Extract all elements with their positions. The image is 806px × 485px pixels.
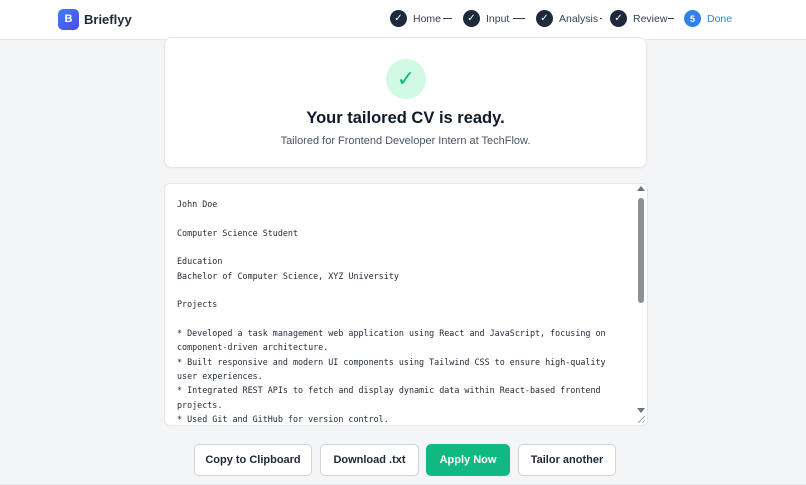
success-subtitle: Tailored for Frontend Developer Intern a… [280, 135, 531, 147]
success-card: ✓ Your tailored CV is ready. Tailored fo… [164, 37, 647, 168]
step-label: Review [633, 12, 668, 25]
step-review[interactable]: ✓ Review [610, 9, 667, 28]
step-label: Done [707, 12, 733, 25]
brand-logo: B [58, 8, 79, 30]
download-txt-button[interactable]: Download .txt [320, 444, 419, 476]
step-label: Analysis [559, 12, 599, 25]
step-connector [668, 18, 674, 19]
step-label: Input [486, 12, 510, 25]
apply-now-button[interactable]: Apply Now [426, 444, 510, 476]
step-complete-check-icon: ✓ [390, 10, 407, 27]
page-title: Your tailored CV is ready. [306, 109, 505, 127]
step-connector [600, 18, 602, 19]
step-current-number: 5 [684, 10, 701, 27]
tailor-another-button[interactable]: Tailor another [518, 444, 616, 476]
scroll-up-arrow-icon[interactable] [637, 186, 645, 191]
step-analysis[interactable]: ✓ Analysis [536, 9, 598, 28]
step-connector [443, 18, 452, 19]
scrollbar[interactable] [637, 186, 645, 423]
step-input[interactable]: ✓ Input [463, 9, 509, 28]
step-complete-check-icon: ✓ [610, 10, 627, 27]
scrollbar-thumb[interactable] [638, 198, 644, 303]
step-complete-check-icon: ✓ [463, 10, 480, 27]
step-home[interactable]: ✓ Home [390, 9, 441, 28]
step-connector [513, 18, 525, 19]
cv-content[interactable]: John Doe Computer Science Student Educat… [177, 197, 629, 425]
step-complete-check-icon: ✓ [536, 10, 553, 27]
brand[interactable]: B Brieflyy [58, 8, 132, 30]
step-label: Home [413, 12, 442, 25]
check-icon: ✓ [386, 59, 426, 99]
step-done[interactable]: 5 Done [684, 9, 732, 28]
scroll-down-arrow-icon[interactable] [637, 408, 645, 413]
brand-name: Brieflyy [84, 11, 132, 27]
resize-handle-icon[interactable] [638, 416, 645, 423]
copy-to-clipboard-button[interactable]: Copy to Clipboard [194, 444, 312, 476]
cv-text-area[interactable]: John Doe Computer Science Student Educat… [164, 183, 648, 426]
top-nav-bar: B Brieflyy ✓ Home ✓ Input ✓ Analysis ✓ R… [0, 0, 806, 40]
